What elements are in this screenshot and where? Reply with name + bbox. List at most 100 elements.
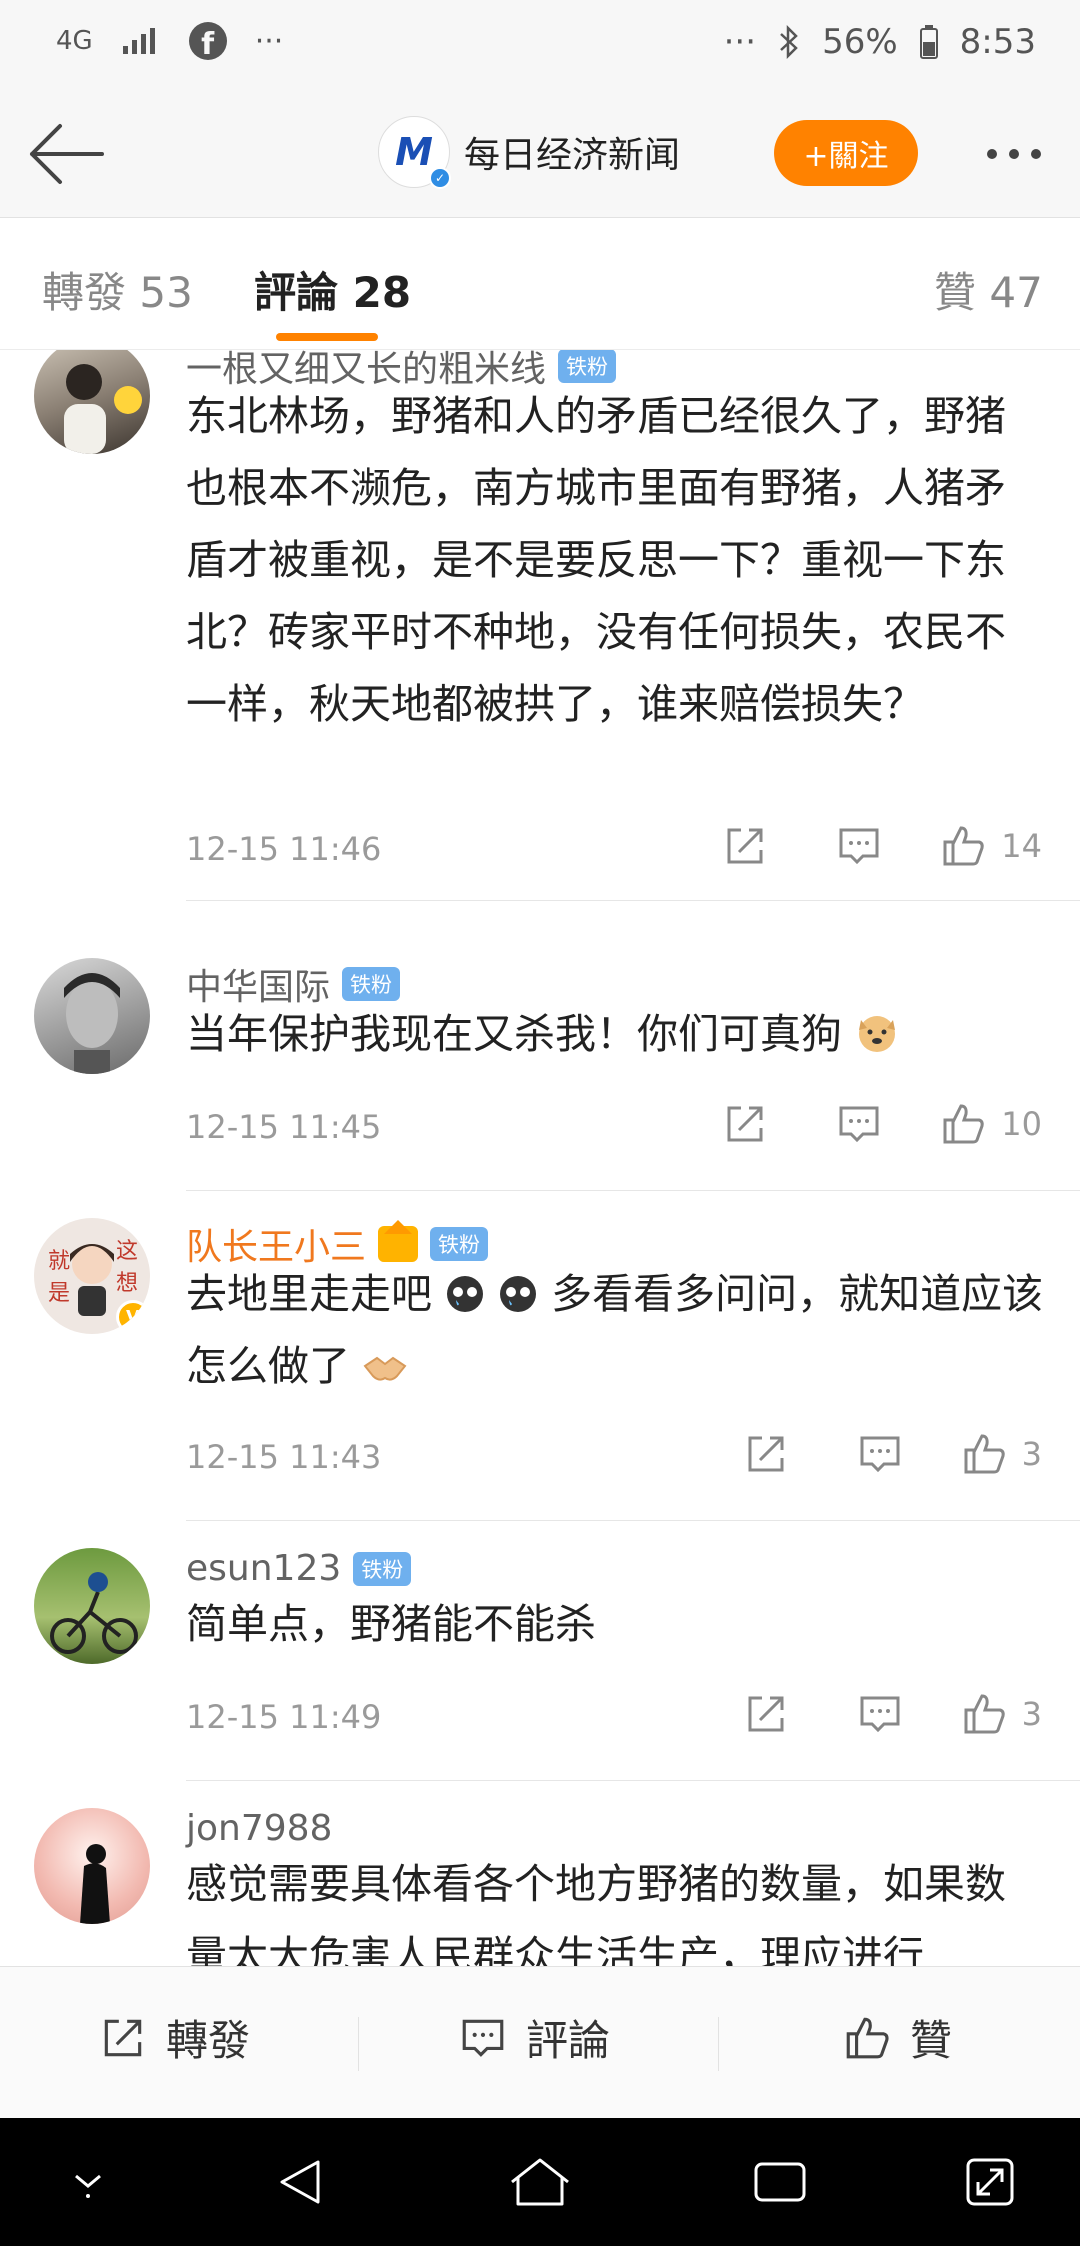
reply-icon[interactable] bbox=[856, 1690, 904, 1738]
follow-button[interactable]: +關注 bbox=[774, 120, 918, 186]
back-nav-icon[interactable] bbox=[276, 2156, 328, 2208]
reply-icon[interactable] bbox=[856, 1430, 904, 1478]
reply-icon[interactable] bbox=[835, 822, 883, 870]
verified-icon: ✓ bbox=[429, 167, 451, 189]
account-brand[interactable]: M ✓ 每日经济新闻 bbox=[378, 116, 681, 189]
tab-repost[interactable]: 轉發 53 bbox=[42, 259, 193, 320]
fan-badge: 铁粉 bbox=[558, 350, 617, 383]
thumbs-up-icon bbox=[964, 1434, 1005, 1474]
tab-bar: 轉發 53 評論 28 贊 47 bbox=[0, 219, 1080, 350]
like-count: 3 bbox=[1021, 1695, 1042, 1733]
divider bbox=[358, 2017, 359, 2071]
avatar-cyclist-icon bbox=[50, 1572, 138, 1654]
active-tab-indicator bbox=[276, 333, 378, 341]
system-nav-bar bbox=[0, 2118, 1080, 2246]
avatar-char: 这 bbox=[116, 1239, 138, 1264]
reply-icon[interactable] bbox=[835, 1100, 883, 1148]
status-bar: 4G f ··· ··· 56% 8:53 bbox=[0, 0, 1080, 90]
comment-text-content: 去地里走走吧 bbox=[186, 1270, 432, 1318]
avatar[interactable] bbox=[34, 350, 150, 454]
back-button[interactable] bbox=[22, 112, 112, 196]
divider bbox=[186, 1190, 1080, 1191]
fan-badge: 铁粉 bbox=[430, 1227, 489, 1261]
avatar-char: 就 bbox=[48, 1249, 70, 1274]
divider bbox=[718, 2017, 719, 2071]
comment-list[interactable]: 一根又细又长的粗米线 铁粉 东北林场，野猪和人的矛盾已经很久了，野猪也根本不濒危… bbox=[0, 350, 1080, 1966]
repost-icon[interactable] bbox=[742, 1690, 790, 1738]
more-options-button[interactable] bbox=[974, 124, 1054, 184]
more-dot-icon bbox=[1009, 149, 1019, 159]
crown-icon bbox=[378, 1220, 419, 1262]
repost-icon bbox=[104, 2019, 142, 2056]
rotate-screen-icon[interactable] bbox=[964, 2156, 1016, 2208]
clock: 8:53 bbox=[959, 22, 1036, 62]
avatar[interactable]: 就 是 这 想 V bbox=[34, 1218, 150, 1334]
divider bbox=[186, 1780, 1080, 1781]
facebook-icon: f bbox=[188, 22, 227, 60]
like-label: 贊 bbox=[910, 2016, 953, 2065]
home-nav-icon[interactable] bbox=[508, 2156, 572, 2208]
status-more-left: ··· bbox=[254, 23, 284, 59]
like-count: 10 bbox=[1001, 1105, 1042, 1143]
thumbs-up-icon bbox=[943, 826, 984, 866]
network-indicator: 4G bbox=[56, 26, 93, 56]
divider bbox=[186, 900, 1080, 901]
comment-text: 去地里走走吧 多看看多问问，就知道应该怎么做了 bbox=[186, 1258, 1046, 1402]
comment-text: 感觉需要具体看各个地方野猪的数量，如果数量太大危害人民群众生活生产，理应进行 bbox=[186, 1860, 1006, 1966]
comment-username[interactable]: jon7988 bbox=[186, 1808, 332, 1849]
recents-nav-icon[interactable] bbox=[752, 2156, 808, 2208]
repost-icon[interactable] bbox=[721, 1100, 769, 1148]
tab-comments[interactable]: 評論 28 bbox=[254, 259, 411, 320]
avatar-photo-icon bbox=[64, 364, 142, 454]
like-count: 3 bbox=[1021, 1435, 1042, 1473]
comment-username[interactable]: esun123 bbox=[186, 1548, 341, 1589]
crying-emoji-icon bbox=[500, 1276, 537, 1312]
like-button[interactable]: 14 bbox=[939, 822, 1042, 870]
repost-icon[interactable] bbox=[742, 1430, 790, 1478]
nav-bar: M ✓ 每日经济新闻 +關注 bbox=[0, 90, 1080, 218]
like-button[interactable]: 10 bbox=[939, 1100, 1042, 1148]
comment-text: 东北林场，野猪和人的矛盾已经很久了，野猪也根本不濒危，南方城市里面有野猪，人猪矛… bbox=[186, 392, 1006, 728]
comment-icon bbox=[462, 2019, 504, 2057]
battery-percent: 56% bbox=[822, 22, 898, 62]
fan-badge: 铁粉 bbox=[342, 967, 401, 1001]
signal-icon bbox=[122, 28, 155, 54]
brand-logo-icon: M bbox=[395, 130, 433, 174]
tab-likes[interactable]: 贊 47 bbox=[934, 259, 1043, 320]
comment-label: 評論 bbox=[526, 2016, 611, 2065]
comment-time: 12-15 11:49 bbox=[186, 1698, 382, 1736]
more-dot-icon bbox=[987, 149, 997, 159]
comment-text-content: 当年保护我现在又杀我！你们可真狗 bbox=[186, 1010, 842, 1058]
hide-keyboard-icon[interactable] bbox=[64, 2156, 112, 2204]
handshake-emoji-icon bbox=[363, 1356, 407, 1381]
avatar-char: 想 bbox=[116, 1271, 138, 1296]
like-button[interactable]: 贊 bbox=[842, 2007, 952, 2068]
like-count: 14 bbox=[1001, 827, 1042, 865]
back-arrow-icon bbox=[30, 124, 104, 184]
thumbs-up-icon bbox=[964, 1694, 1005, 1734]
crying-emoji-icon bbox=[447, 1276, 484, 1312]
like-button[interactable]: 3 bbox=[960, 1430, 1042, 1478]
account-logo: M ✓ bbox=[378, 116, 451, 189]
comment-time: 12-15 11:45 bbox=[186, 1108, 382, 1146]
more-dot-icon bbox=[1031, 149, 1041, 159]
verified-badge-icon: V bbox=[116, 1300, 150, 1334]
comment-time: 12-15 11:43 bbox=[186, 1438, 382, 1476]
comment-time: 12-15 11:46 bbox=[186, 830, 382, 868]
avatar[interactable] bbox=[34, 1548, 150, 1664]
divider bbox=[186, 1520, 1080, 1521]
comment-button[interactable]: 評論 bbox=[458, 2007, 610, 2068]
repost-icon[interactable] bbox=[721, 822, 769, 870]
avatar-photo-icon bbox=[64, 973, 120, 1074]
account-name: 每日经济新闻 bbox=[464, 135, 681, 176]
repost-label: 轉發 bbox=[166, 2016, 251, 2065]
repost-button[interactable]: 轉發 bbox=[98, 2007, 250, 2068]
status-more-right: ··· bbox=[723, 22, 757, 62]
comment-text: 简单点，野猪能不能杀 bbox=[186, 1600, 596, 1648]
avatar[interactable] bbox=[34, 958, 150, 1074]
fan-badge: 铁粉 bbox=[353, 1551, 412, 1586]
thumbs-up-icon bbox=[846, 2017, 889, 2058]
avatar[interactable] bbox=[34, 1808, 150, 1924]
like-button[interactable]: 3 bbox=[960, 1690, 1042, 1738]
avatar-char: 是 bbox=[48, 1281, 70, 1306]
